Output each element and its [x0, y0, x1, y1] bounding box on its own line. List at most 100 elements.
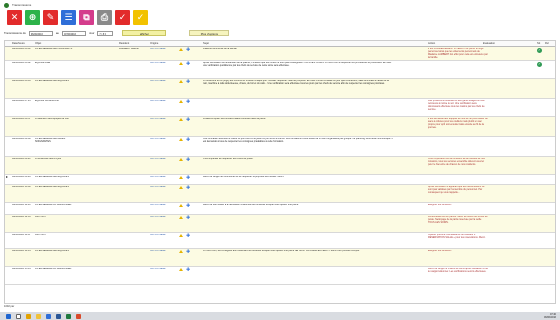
- resident-cell: [119, 234, 145, 249]
- action-cell: Des protections souillées et des gants u…: [428, 100, 485, 111]
- table-row[interactable]: 06/06/2016 06:01 A L'ENSEMBLE DES SOIGNAN…: [5, 47, 555, 61]
- table-row[interactable]: 06/06/2016 12:05 ASH NUIT GAYON Nadia La sé…: [5, 215, 555, 233]
- table-row[interactable]: 06/06/2016 08:57 A l'attention des équipe…: [5, 117, 555, 137]
- more-options-button[interactable]: Plus d'options: [189, 30, 230, 36]
- add-icon[interactable]: ✚: [186, 157, 190, 162]
- origin-cell: GAYON Nadia: [150, 80, 166, 82]
- date-to-input[interactable]: 07/06/2016: [61, 30, 86, 36]
- add-icon[interactable]: ✚: [186, 249, 190, 254]
- excel-icon[interactable]: [66, 313, 71, 319]
- origin-cell: GAYON Nadia: [150, 250, 166, 252]
- object-cell: EQUIPE AIDE: [35, 62, 51, 64]
- origin-cell: GAYON Nadia: [150, 234, 166, 236]
- action-cell: Veuillez prendre connaissance du classeu…: [428, 234, 486, 239]
- date-from-label: Transmissions du: [4, 31, 26, 35]
- origin-cell: GAYON Nadia: [150, 48, 166, 50]
- column-header[interactable]: Rvl: [545, 42, 549, 45]
- add-icon[interactable]: ✚: [186, 137, 190, 142]
- word-icon[interactable]: [56, 313, 61, 319]
- add-icon[interactable]: ✚: [186, 47, 190, 52]
- folder-icon[interactable]: [36, 313, 41, 319]
- shift-select[interactable]: 7 / 8 h: [97, 30, 114, 36]
- object-cell: A l'attention des équipes de nuit: [35, 118, 69, 120]
- column-header[interactable]: Objet: [35, 42, 41, 45]
- table-row[interactable]: 06/06/2016 11:09 A L'ENSEMBLE DU PERSONNE…: [5, 203, 555, 215]
- add-icon[interactable]: ✚: [186, 267, 190, 272]
- date-cell: 06/06/2016 15:14: [12, 268, 31, 270]
- title-bar: Transmissions: [0, 0, 560, 10]
- warning-icon: [179, 216, 183, 219]
- edit-button[interactable]: ✎: [43, 10, 58, 25]
- object-cell: A L'ENSEMBLE DES EQUIPES: [35, 176, 69, 178]
- column-header[interactable]: Origine: [150, 42, 158, 45]
- date-cell: 06/06/2016 11:09: [12, 204, 31, 206]
- column-header[interactable]: Stt: [537, 42, 540, 45]
- origin-cell: GAYON Nadia: [150, 138, 166, 140]
- warning-icon: [179, 186, 183, 189]
- table-row[interactable]: 06/06/2016 10:08 A L'ENSEMBLE DES EQUIPES…: [5, 185, 555, 203]
- resident-cell: [119, 62, 145, 79]
- origin-cell: GAYON Nadia: [150, 216, 166, 218]
- afficher-button[interactable]: afficher: [122, 30, 167, 36]
- column-header[interactable]: Resident: [119, 42, 129, 45]
- subject-cell: C'est impératif de respecter les fiches …: [203, 158, 254, 160]
- search-icon[interactable]: [16, 313, 21, 319]
- origin-cell: GAYON Nadia: [150, 100, 166, 102]
- date-cell: 06/06/2016 12:05: [12, 216, 31, 218]
- resident-cell: [119, 250, 145, 267]
- resident-cell: [119, 186, 145, 203]
- table-row[interactable]: 06/06/2016 06:02 EQUIPE AIDE GAYON Nadia Ap…: [5, 61, 555, 79]
- start-icon[interactable]: [6, 313, 11, 319]
- close-button[interactable]: ✕: [7, 10, 22, 25]
- print-button[interactable]: ⎙: [97, 10, 112, 25]
- add-icon[interactable]: ✚: [186, 215, 190, 220]
- list-button[interactable]: ☰: [61, 10, 76, 25]
- table-row[interactable]: 06/06/2016 14:14 A L'ENSEMBLE DES EQUIPES…: [5, 249, 555, 267]
- mail-icon[interactable]: [46, 313, 51, 319]
- window-title: Transmissions: [12, 3, 32, 7]
- add-icon[interactable]: ✚: [186, 175, 190, 180]
- origin-cell: GAYON Nadia: [150, 268, 166, 270]
- action-cell: Votre implication est la condition de la…: [428, 158, 485, 166]
- add-icon[interactable]: ✚: [186, 185, 190, 190]
- action-cell: Éteignez les lumières !: [428, 204, 453, 206]
- date-cell: 06/06/2016 09:29: [12, 176, 31, 178]
- table-row[interactable]: 06/06/2016 14:07 ASH NUIT GAYON Nadia Veuil…: [5, 233, 555, 249]
- check-button[interactable]: ✓: [133, 10, 148, 25]
- action-cell: [428, 62, 488, 79]
- resident-cell: [119, 176, 145, 185]
- warning-icon: [179, 234, 183, 237]
- add-icon[interactable]: ✚: [186, 99, 190, 104]
- add-icon[interactable]: ✚: [186, 203, 190, 208]
- column-header[interactable]: Date/heure: [12, 42, 25, 45]
- add-icon[interactable]: ✚: [186, 117, 190, 122]
- object-cell: A L'ENSEMBLE DES EQUIPES: [35, 250, 69, 252]
- table-row[interactable]: 06/06/2016 09:29 A L'ENSEMBLE DES EQUIPES…: [5, 175, 555, 185]
- table-row[interactable]: 06/06/2016 09:21 A l'ensemble des AS jour…: [5, 157, 555, 175]
- subject-cell: Merci de bien veiller à ETEINDRE l'ensem…: [203, 204, 299, 206]
- shift-label: Jour: [88, 31, 95, 35]
- date-cell: 06/06/2016 09:08: [12, 138, 31, 140]
- table-row[interactable]: 06/06/2016 09:08 A L'ENSEMBLE DES AIDES S…: [5, 137, 555, 157]
- filter-bar: Transmissions du 06/06/2016 au 07/06/201…: [4, 29, 230, 37]
- table-row[interactable]: 06/06/2016 07:23 EQUIPE SOIGNANTE GAYON Na…: [5, 99, 555, 117]
- add-icon[interactable]: ✚: [186, 79, 190, 84]
- date-cell: 06/06/2016 06:02: [12, 62, 31, 64]
- date-to-label: au: [55, 31, 59, 35]
- action-cell: [428, 80, 488, 99]
- add-icon[interactable]: ✚: [186, 61, 190, 66]
- column-header[interactable]: Evaluation: [483, 42, 495, 45]
- add-icon[interactable]: ✚: [186, 233, 190, 238]
- action-cell: Il est FORMELLEMENT INTERDIT de porter l…: [428, 48, 488, 59]
- new-button[interactable]: ⊕: [25, 10, 40, 25]
- column-header[interactable]: Action: [428, 42, 435, 45]
- app-taskbar-icon[interactable]: [76, 313, 81, 319]
- table-row[interactable]: 06/06/2016 06:03 A L'ENSEMBLE DES EQUIPES…: [5, 79, 555, 99]
- copy-button[interactable]: ⧉: [79, 10, 94, 25]
- date-cell: 06/06/2016 08:57: [12, 118, 31, 120]
- column-header[interactable]: Sujet: [203, 42, 209, 45]
- validate-button[interactable]: ✓: [115, 10, 130, 25]
- date-from-input[interactable]: 06/06/2016: [28, 30, 53, 36]
- browser-icon[interactable]: [26, 313, 31, 319]
- table-row[interactable]: 06/06/2016 15:14 A L'ENSEMBLE DU PERSONNE…: [5, 267, 555, 285]
